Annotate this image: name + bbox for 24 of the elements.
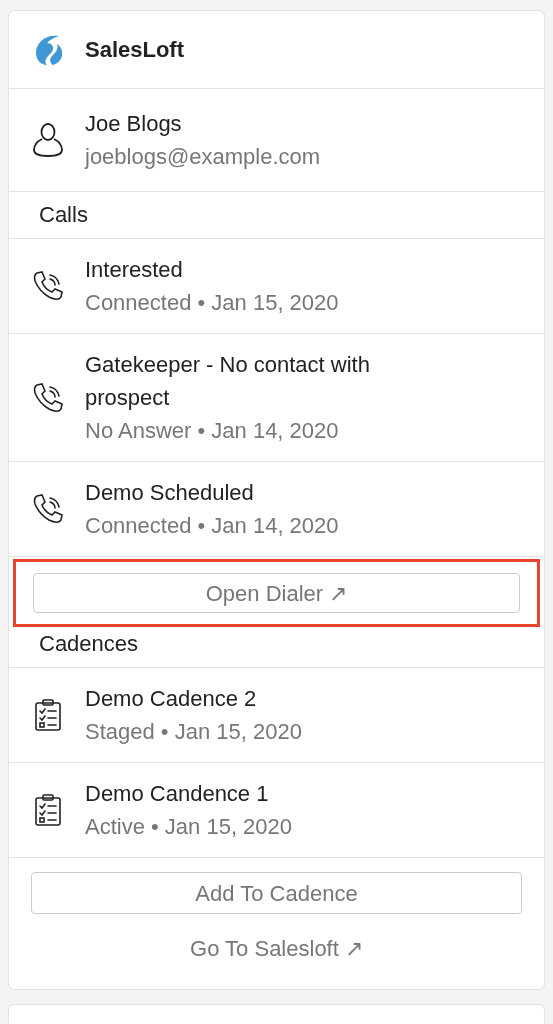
phone-icon xyxy=(31,269,65,303)
app-name: SalesLoft xyxy=(85,36,185,64)
go-to-salesloft-link[interactable]: Go To Salesloft ↗ xyxy=(190,932,363,965)
item-meta: Active • Jan 15, 2020 xyxy=(85,813,293,841)
phone-icon xyxy=(31,492,65,526)
item-title: Interested xyxy=(85,256,184,284)
item-meta: Connected • Jan 15, 2020 xyxy=(85,289,339,317)
item-meta: Staged • Jan 15, 2020 xyxy=(85,718,302,746)
item-title: Demo Candence 1 xyxy=(85,780,270,808)
item-title: Demo Scheduled xyxy=(85,479,255,507)
item-title: Gatekeeper - No contact with prospect xyxy=(85,351,371,412)
item-meta: Connected • Jan 14, 2020 xyxy=(85,512,339,540)
item-meta: No Answer • Jan 14, 2020 xyxy=(85,417,340,445)
checklist-icon xyxy=(33,698,63,732)
contact-email: joeblogs@example.com xyxy=(85,143,321,171)
section-heading: Cadences xyxy=(39,631,139,656)
person-icon xyxy=(32,122,64,158)
contact-name: Joe Blogs xyxy=(85,110,183,138)
open-dialer-button[interactable]: Open Dialer ↗ xyxy=(33,573,520,613)
phone-icon xyxy=(31,380,65,415)
section-heading: Calls xyxy=(39,202,88,227)
add-to-cadence-button[interactable]: Add To Cadence xyxy=(31,872,522,914)
item-title: Demo Cadence 2 xyxy=(85,685,258,713)
checklist-icon xyxy=(33,793,63,827)
